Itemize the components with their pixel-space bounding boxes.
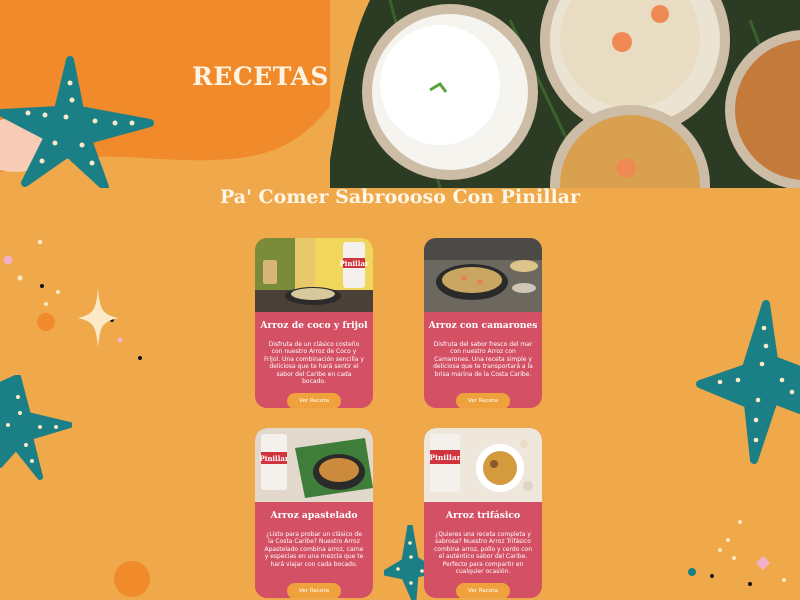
starfish-icon [0, 56, 154, 188]
recipe-card: Pinillar Arroz trifásico ¿Quieres una re… [424, 428, 542, 598]
starfish-left-icon [0, 375, 72, 480]
package-label: Pinillar [339, 259, 369, 268]
recipe-description: ¿Listo para probar un clásico de la Cost… [264, 531, 364, 568]
recipe-title: Arroz con camarones [428, 320, 538, 331]
hero-title: RECETAS [192, 62, 329, 91]
starfish-right-icon [696, 300, 800, 464]
recipe-description: ¿Quieres una receta completa y sabrosa? … [433, 531, 533, 576]
recipe-card: Arroz con camarones Disfruta del sabor f… [424, 238, 542, 408]
hero-banner: RECETAS [0, 0, 800, 188]
recipe-title: Arroz de coco y frijol [260, 320, 368, 331]
section-title: Pa' Comer Sabroooso Con Pinillar [220, 186, 580, 208]
recipe-title: Arroz apastelado [270, 510, 358, 521]
package-label: Pinillar [259, 454, 289, 463]
view-recipe-button[interactable]: Ver Receta [456, 583, 510, 598]
recipe-photo [424, 238, 542, 312]
hero-food-photo [330, 0, 800, 188]
recipe-description: Disfruta del sabor fresco del mar con nu… [433, 341, 533, 378]
view-recipe-button[interactable]: Ver Receta [287, 583, 341, 598]
view-recipe-button[interactable]: Ver Receta [287, 393, 341, 408]
recipe-photo: Pinillar [255, 428, 373, 502]
recipe-photo: Pinillar [424, 428, 542, 502]
confetti-dots-right [688, 520, 786, 586]
orange-dot [114, 561, 150, 597]
sparkle-icon [78, 288, 118, 348]
recipe-title: Arroz trifásico [445, 510, 521, 521]
recipe-card: Pinillar Arroz apastelado ¿Listo para pr… [255, 428, 373, 598]
view-recipe-button[interactable]: Ver Receta [456, 393, 510, 408]
recipe-photo: Pinillar [255, 238, 373, 312]
package-label: Pinillar [429, 453, 461, 462]
recipe-card: Pinillar Arroz de coco y frijol Disfruta… [255, 238, 373, 408]
recipe-description: Disfruta de un clásico costeño con nuest… [264, 341, 364, 386]
